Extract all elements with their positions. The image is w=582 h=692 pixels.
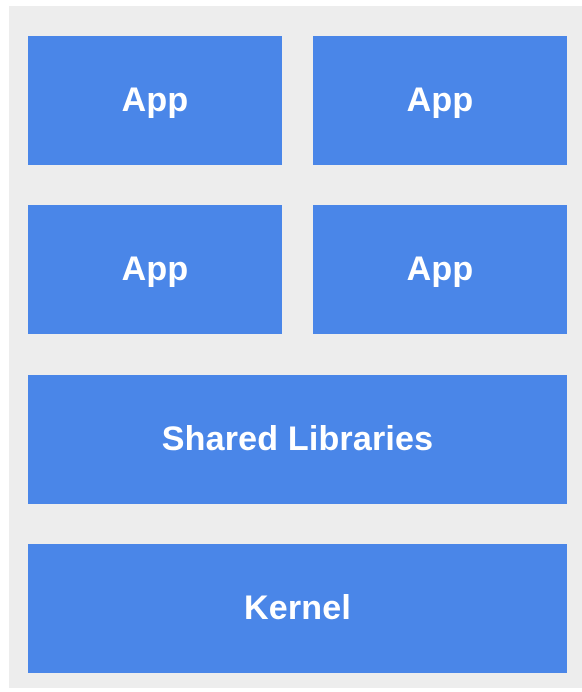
app-block-4: App (313, 205, 567, 334)
shared-libraries-block: Shared Libraries (28, 375, 567, 504)
app-block-2: App (313, 36, 567, 165)
app-block-3: App (28, 205, 282, 334)
kernel-block: Kernel (28, 544, 567, 673)
app-label-3: App (121, 250, 189, 288)
app-label-4: App (406, 250, 474, 288)
shared-libraries-label: Shared Libraries (161, 420, 434, 458)
app-label-2: App (406, 81, 474, 119)
app-block-1: App (28, 36, 282, 165)
kernel-label: Kernel (243, 589, 352, 627)
app-label-1: App (121, 81, 189, 119)
